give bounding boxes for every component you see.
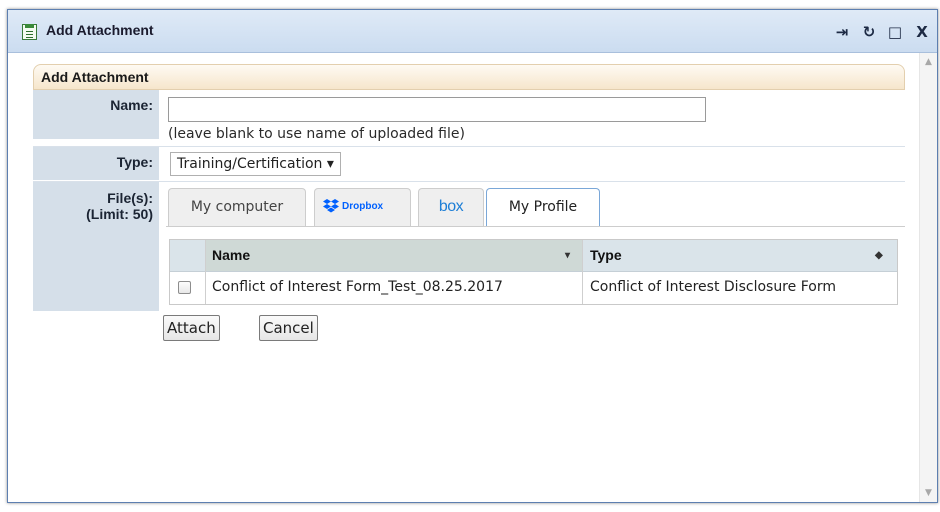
- row-divider: [33, 146, 905, 147]
- title-bar[interactable]: Add Attachment ⇥ ↻ □ X: [8, 10, 937, 53]
- sort-both-icon[interactable]: ◆: [875, 240, 883, 271]
- tab-my-profile[interactable]: My Profile: [486, 188, 600, 227]
- dialog-content: Add Attachment Name: (leave blank to use…: [8, 53, 920, 502]
- maximize-icon[interactable]: □: [885, 22, 905, 42]
- scroll-up-icon[interactable]: ▲: [920, 57, 937, 67]
- name-hint: (leave blank to use name of uploaded fil…: [168, 126, 465, 142]
- dropbox-icon: Dropbox: [322, 199, 384, 213]
- form-icon: [22, 24, 37, 40]
- file-name-cell: Conflict of Interest Form_Test_08.25.201…: [212, 279, 503, 295]
- refresh-icon[interactable]: ↻: [859, 22, 879, 42]
- row-divider: [33, 181, 905, 182]
- section-title: Add Attachment: [33, 64, 905, 90]
- files-limit-label: (Limit: 50): [86, 206, 153, 222]
- tab-box[interactable]: box: [418, 188, 484, 226]
- column-divider: [582, 240, 583, 304]
- files-label: File(s): (Limit: 50): [33, 182, 162, 311]
- name-input[interactable]: [168, 97, 706, 122]
- vertical-scrollbar[interactable]: ▲ ▼: [919, 53, 937, 502]
- tab-my-computer[interactable]: My computer: [168, 188, 306, 226]
- sort-desc-icon[interactable]: ▾: [565, 240, 570, 271]
- close-icon[interactable]: X: [912, 22, 932, 42]
- column-name-label: Name: [212, 247, 251, 263]
- column-divider: [205, 240, 206, 304]
- pin-icon[interactable]: ⇥: [832, 22, 852, 42]
- tab-dropbox[interactable]: Dropbox: [314, 188, 411, 226]
- tab-panel-border: [166, 226, 905, 227]
- name-label: Name:: [33, 90, 162, 139]
- type-label: Type:: [33, 147, 162, 180]
- select-column-header: [170, 240, 206, 271]
- row-select-checkbox[interactable]: [178, 281, 191, 294]
- cancel-button[interactable]: Cancel: [259, 315, 318, 341]
- profile-files-table: Name ▾ Type ◆ Conflict of Interest Form_…: [169, 239, 898, 305]
- table-header: Name ▾ Type ◆: [170, 240, 897, 272]
- column-type-label: Type: [590, 247, 622, 263]
- dropbox-wordmark: Dropbox: [342, 201, 384, 212]
- file-type-cell: Conflict of Interest Disclosure Form: [590, 279, 836, 295]
- type-select[interactable]: Training/Certification ▾: [170, 152, 341, 176]
- add-attachment-dialog: Add Attachment ⇥ ↻ □ X Add Attachment Na…: [7, 9, 938, 503]
- files-label-title: File(s):: [107, 190, 153, 206]
- window-title: Add Attachment: [46, 22, 154, 38]
- column-header-name[interactable]: Name ▾: [206, 240, 582, 271]
- column-header-type[interactable]: Type ◆: [590, 240, 897, 271]
- attach-button[interactable]: Attach: [163, 315, 220, 341]
- scroll-down-icon[interactable]: ▼: [920, 488, 937, 498]
- box-icon: box: [438, 198, 464, 215]
